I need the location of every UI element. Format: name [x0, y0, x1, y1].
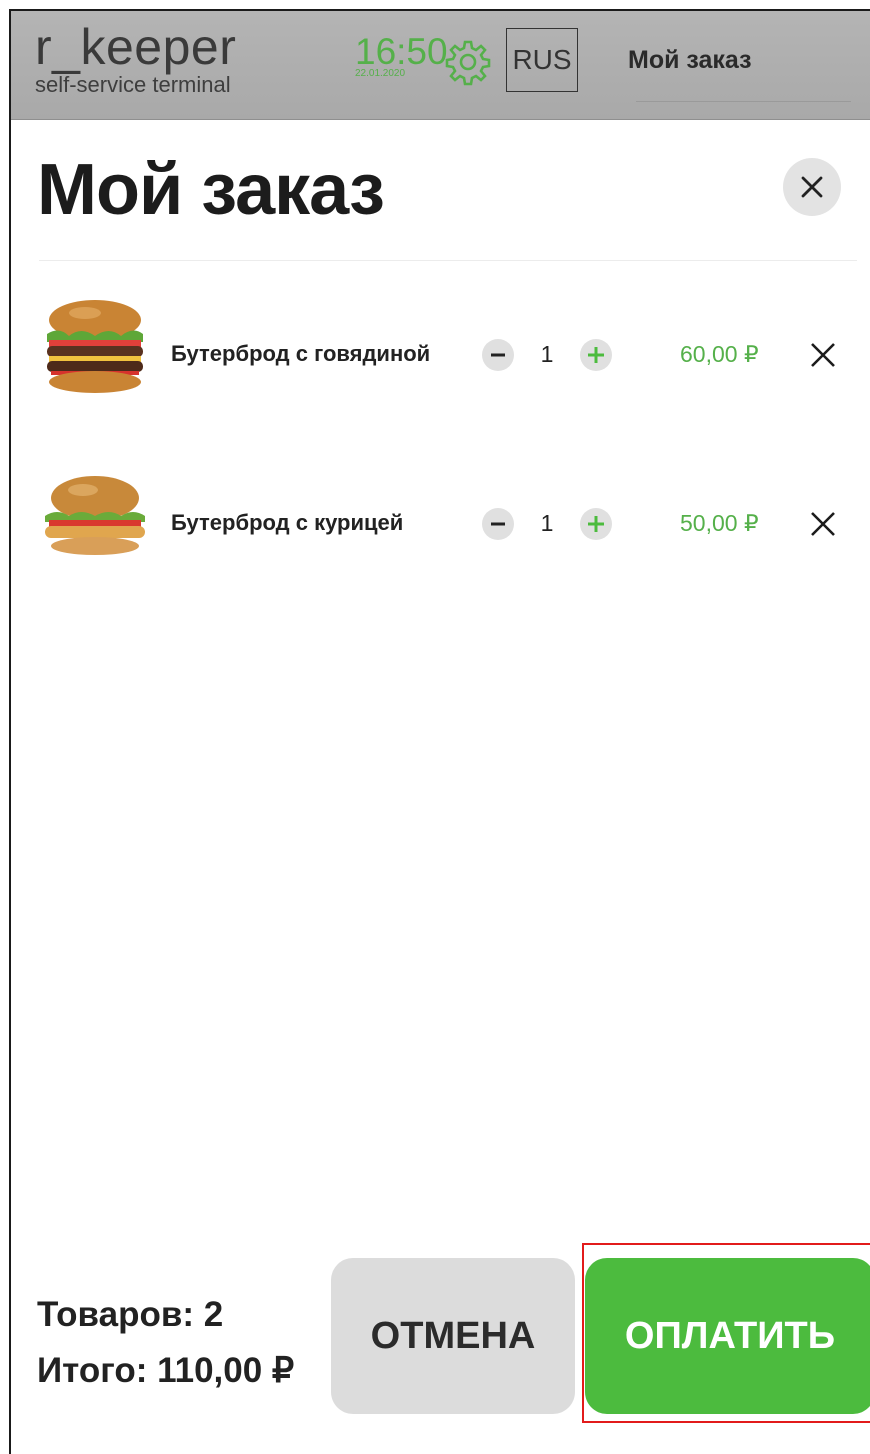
increase-quantity-button[interactable] — [580, 508, 612, 540]
clock: 16:50 22.01.2020 — [355, 33, 448, 79]
decrease-quantity-button[interactable] — [482, 339, 514, 371]
brand-name: r_keeper — [35, 19, 237, 75]
gear-icon[interactable] — [444, 38, 492, 86]
plus-icon — [588, 347, 604, 363]
page-title: Мой заказ — [37, 150, 385, 230]
plus-icon — [588, 516, 604, 532]
item-name: Бутерброд с говядиной — [171, 341, 431, 366]
remove-item-icon[interactable] — [808, 340, 838, 370]
brand-subtitle: self-service terminal — [35, 72, 231, 97]
items-count: Товаров: 2 — [37, 1295, 224, 1334]
item-price: 50,00 ₽ — [680, 510, 759, 536]
order-total: Итого: 110,00 ₽ — [37, 1351, 295, 1390]
decrease-quantity-button[interactable] — [482, 508, 514, 540]
divider — [39, 260, 857, 261]
minus-icon — [491, 353, 505, 357]
chicken-burger-image — [45, 476, 145, 555]
brand-logo: r_keeper self-service terminal — [35, 21, 236, 97]
close-button[interactable] — [783, 158, 841, 216]
item-name: Бутерброд с курицей — [171, 510, 404, 535]
order-item: Бутерброд с курицей 1 50,00 ₽ — [39, 466, 857, 576]
tab-underline — [636, 101, 851, 102]
increase-quantity-button[interactable] — [580, 339, 612, 371]
tab-my-order[interactable]: Мой заказ — [628, 46, 752, 75]
minus-icon — [491, 522, 505, 526]
remove-item-icon[interactable] — [808, 509, 838, 539]
order-item: Бутерброд с говядиной 1 60,00 ₽ — [39, 296, 857, 406]
terminal-screen: r_keeper self-service terminal 16:50 22.… — [9, 9, 870, 1454]
close-icon — [801, 176, 823, 198]
top-bar: r_keeper self-service terminal 16:50 22.… — [11, 11, 870, 120]
item-price: 60,00 ₽ — [680, 341, 759, 367]
item-quantity: 1 — [540, 341, 554, 367]
pay-button-highlight — [582, 1243, 870, 1423]
item-quantity: 1 — [540, 510, 554, 536]
order-summary: Товаров: 2 Итого: 110,00 ₽ — [37, 1287, 294, 1399]
clock-time: 16:50 — [355, 31, 448, 72]
cancel-button[interactable]: ОТМЕНА — [331, 1258, 575, 1414]
beef-burger-image — [47, 300, 143, 393]
language-button[interactable]: RUS — [506, 28, 578, 92]
